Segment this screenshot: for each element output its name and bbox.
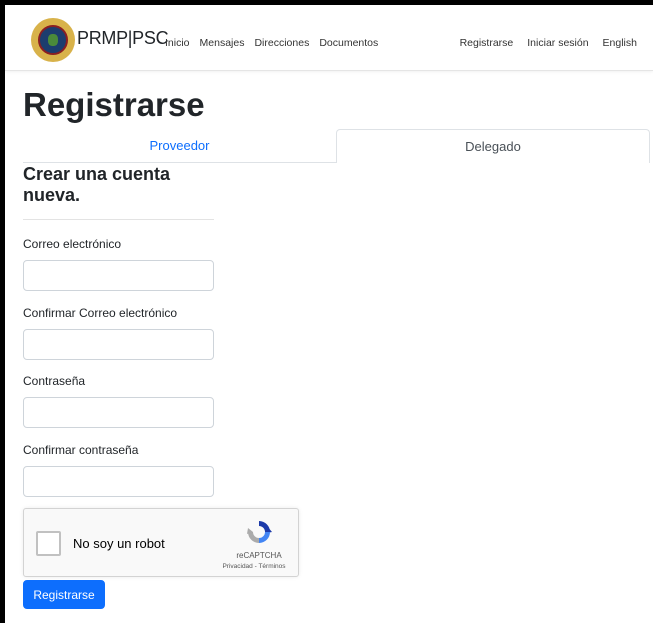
- brand-name[interactable]: PRMP|PSC: [77, 28, 169, 49]
- recaptcha-checkbox[interactable]: [36, 531, 61, 556]
- registration-tabs: Proveedor Delegado: [23, 129, 650, 163]
- nav-link-iniciar-sesion[interactable]: Iniciar sesión: [527, 37, 588, 49]
- password-field[interactable]: [23, 397, 214, 428]
- recaptcha-logo-icon: [247, 521, 272, 543]
- confirm-email-field[interactable]: [23, 329, 214, 360]
- confirm-email-label: Confirmar Correo electrónico: [23, 306, 178, 320]
- nav-link-mensajes[interactable]: Mensajes: [200, 37, 245, 49]
- password-label: Contraseña: [23, 374, 86, 388]
- nav-link-inicio[interactable]: Inicio: [165, 37, 190, 49]
- seal-inner-icon: [38, 25, 68, 55]
- recaptcha-widget: No soy un robot reCAPTCHA Privacidad - T…: [23, 508, 299, 577]
- nav-link-documentos[interactable]: Documentos: [319, 37, 378, 49]
- form-subtitle: Crear una cuenta nueva.: [23, 164, 171, 205]
- recaptcha-label: No soy un robot: [73, 536, 165, 551]
- seal-emblem-icon: [48, 34, 58, 46]
- nav-link-english[interactable]: English: [603, 37, 637, 49]
- primary-nav: Inicio Mensajes Direcciones Documentos: [165, 37, 378, 49]
- nav-link-direcciones[interactable]: Direcciones: [254, 37, 309, 49]
- email-field[interactable]: [23, 260, 214, 291]
- top-navbar: PRMP|PSC Inicio Mensajes Direcciones Doc…: [5, 5, 653, 71]
- form-divider: [23, 219, 214, 220]
- tab-proveedor[interactable]: Proveedor: [23, 129, 336, 163]
- confirm-password-field[interactable]: [23, 466, 214, 497]
- nav-link-registrarse[interactable]: Registrarse: [460, 37, 514, 49]
- register-button[interactable]: Registrarse: [23, 580, 105, 609]
- confirm-password-label: Confirmar contraseña: [23, 443, 139, 457]
- page-title: Registrarse: [23, 86, 205, 123]
- tab-delegado[interactable]: Delegado: [336, 129, 650, 163]
- puerto-rico-seal-icon[interactable]: [31, 18, 75, 62]
- recaptcha-brand: reCAPTCHA: [236, 551, 282, 560]
- account-nav: Registrarse Iniciar sesión English: [460, 37, 637, 49]
- email-label: Correo electrónico: [23, 237, 122, 251]
- recaptcha-links[interactable]: Privacidad - Términos: [213, 563, 295, 570]
